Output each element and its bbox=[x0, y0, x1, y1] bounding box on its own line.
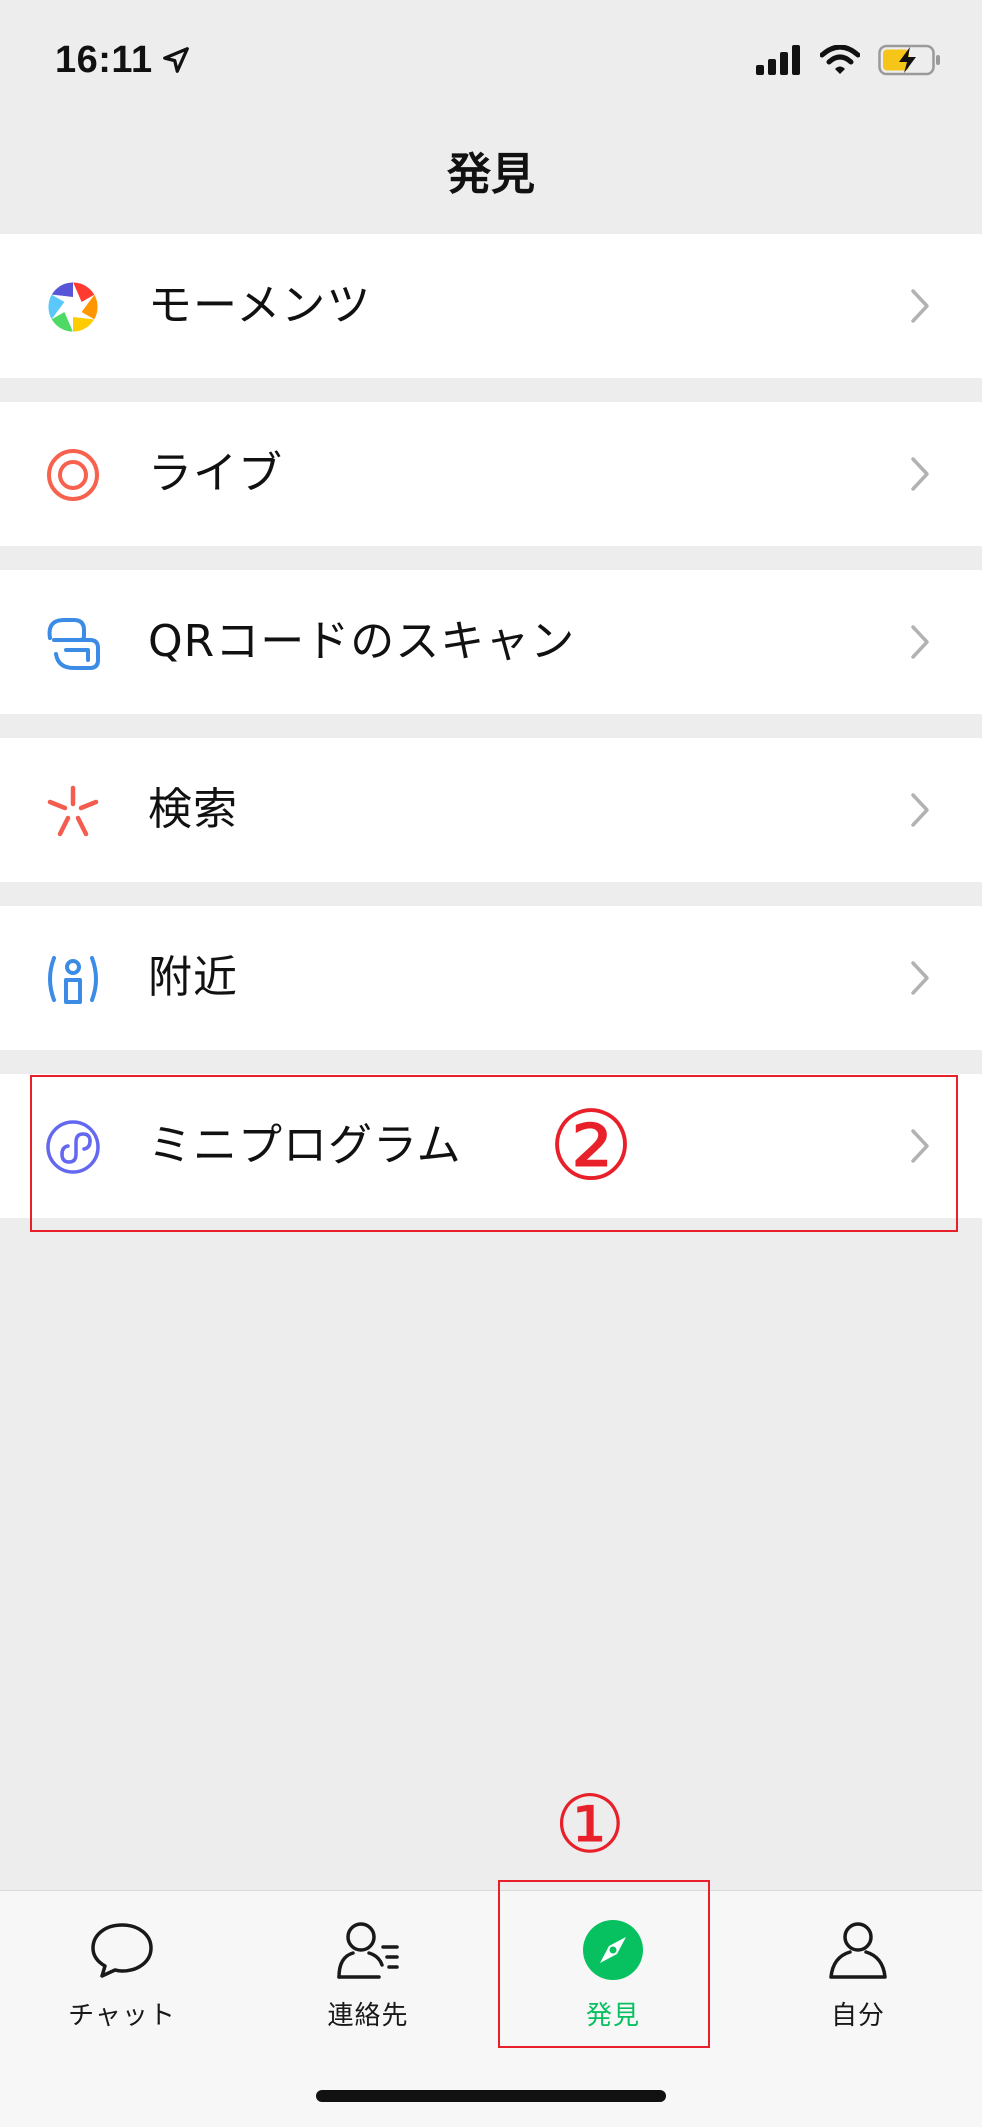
menu-item-label: 検索 bbox=[148, 784, 238, 835]
chevron-right-icon bbox=[911, 793, 929, 827]
cellular-signal-icon bbox=[756, 45, 800, 75]
moments-icon bbox=[44, 278, 102, 336]
scan-icon bbox=[44, 614, 102, 672]
chevron-right-icon bbox=[911, 457, 929, 491]
annotation-step-2: ② bbox=[548, 1090, 635, 1202]
me-icon bbox=[825, 1917, 891, 1983]
annotation-box-discover-tab bbox=[498, 1880, 710, 2048]
menu-item-label: QRコードのスキャン bbox=[148, 616, 576, 667]
contacts-icon bbox=[335, 1917, 401, 1983]
menu-item-label: モーメンツ bbox=[148, 280, 372, 331]
home-indicator[interactable] bbox=[316, 2090, 666, 2102]
page-title: 発見 bbox=[447, 149, 535, 200]
location-arrow-icon bbox=[162, 47, 189, 73]
wifi-icon bbox=[820, 45, 860, 74]
battery-charging-icon bbox=[878, 44, 940, 76]
menu-item-label: 附近 bbox=[148, 952, 238, 1003]
status-time: 16:11 bbox=[55, 39, 191, 82]
chat-icon bbox=[89, 1917, 155, 1983]
chevron-right-icon bbox=[911, 289, 929, 323]
tab-chat[interactable]: チャット bbox=[32, 1917, 212, 2037]
tab-contacts[interactable]: 連絡先 bbox=[278, 1917, 458, 2037]
menu-item-moments[interactable]: モーメンツ bbox=[0, 234, 982, 378]
menu-item-label: ライブ bbox=[148, 448, 283, 499]
annotation-box-mini-programs bbox=[30, 1075, 958, 1232]
status-indicators bbox=[756, 44, 942, 76]
tab-label: 連絡先 bbox=[327, 2001, 409, 2031]
menu-item-live[interactable]: ライブ bbox=[0, 402, 982, 546]
menu-item-qr-scan[interactable]: QRコードのスキャン bbox=[0, 570, 982, 714]
nearby-icon bbox=[44, 950, 102, 1008]
search-icon bbox=[44, 782, 102, 840]
menu-item-nearby[interactable]: 附近 bbox=[0, 906, 982, 1050]
chevron-right-icon bbox=[911, 961, 929, 995]
tab-me[interactable]: 自分 bbox=[768, 1917, 948, 2037]
status-time-text: 16:11 bbox=[55, 38, 153, 81]
annotation-step-1: ① bbox=[554, 1778, 626, 1871]
menu-item-search[interactable]: 検索 bbox=[0, 738, 982, 882]
tab-label: 自分 bbox=[830, 2001, 885, 2031]
tab-label: チャット bbox=[68, 2001, 176, 2031]
live-icon bbox=[44, 446, 102, 504]
chevron-right-icon bbox=[911, 625, 929, 659]
status-bar: 16:11 bbox=[0, 0, 982, 120]
